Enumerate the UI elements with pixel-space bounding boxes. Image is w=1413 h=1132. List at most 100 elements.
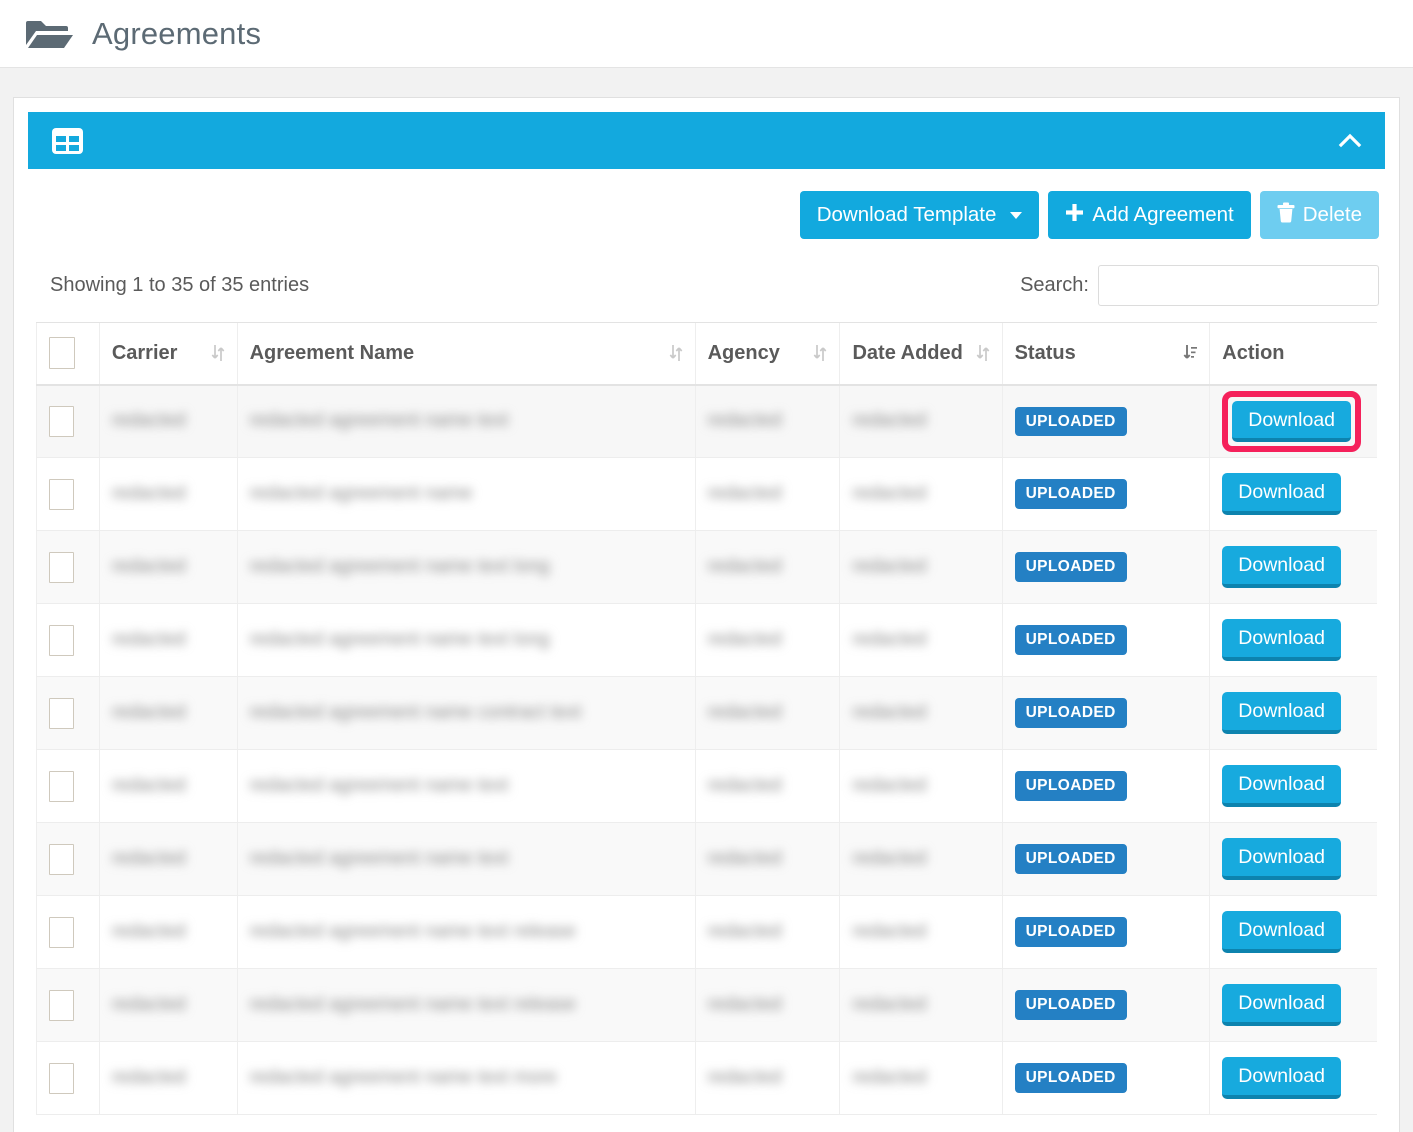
sort-both-icon <box>211 344 225 362</box>
table-row[interactable]: redacted redacted agreement name text lon… <box>36 530 1377 604</box>
cell-status: UPLOADED <box>1001 384 1210 458</box>
cell-date-added: redacted <box>839 384 1003 458</box>
download-button[interactable]: Download <box>1222 619 1342 661</box>
row-checkbox[interactable] <box>49 770 74 802</box>
row-select-cell[interactable] <box>36 968 100 1042</box>
carrier-value: redacted <box>111 629 186 650</box>
download-template-button[interactable]: Download Template <box>799 191 1040 239</box>
sort-descending-icon <box>1183 344 1198 362</box>
table-row[interactable]: redacted redacted agreement name contract… <box>36 676 1377 750</box>
column-header-select[interactable] <box>36 322 100 386</box>
table-row[interactable]: redacted redacted agreement name text mor… <box>36 1041 1377 1115</box>
column-label-action: Action <box>1222 341 1285 364</box>
column-label-status: Status <box>1014 341 1076 364</box>
cell-date-added: redacted <box>839 603 1003 677</box>
download-button[interactable]: Download <box>1222 1057 1342 1099</box>
agreement-name-value: redacted agreement name text long <box>249 556 550 577</box>
row-select-cell[interactable] <box>36 384 100 458</box>
date-added-value: redacted <box>852 629 927 650</box>
cell-agency: redacted <box>694 968 840 1042</box>
cell-agency: redacted <box>694 895 840 969</box>
agency-value: redacted <box>707 921 782 942</box>
cell-carrier: redacted <box>98 676 238 750</box>
download-template-label: Download Template <box>816 202 997 226</box>
download-button[interactable]: Download <box>1222 984 1342 1026</box>
column-header-carrier[interactable]: Carrier <box>98 322 238 386</box>
column-header-status[interactable]: Status <box>1001 322 1210 386</box>
agency-value: redacted <box>707 702 782 723</box>
folder-open-icon <box>22 14 74 54</box>
page-header: Agreements <box>0 0 1413 68</box>
delete-button[interactable]: Delete <box>1259 191 1379 239</box>
cell-carrier: redacted <box>98 968 238 1042</box>
row-select-cell[interactable] <box>36 676 100 750</box>
agency-value: redacted <box>707 1067 782 1088</box>
download-button[interactable]: Download <box>1222 911 1342 953</box>
column-label-carrier: Carrier <box>111 341 178 364</box>
cell-agreement-name: redacted agreement name text release <box>236 895 696 969</box>
download-button[interactable]: Download <box>1222 692 1342 734</box>
trash-icon <box>1277 202 1295 228</box>
row-select-cell[interactable] <box>36 895 100 969</box>
table-row[interactable]: redacted redacted agreement name text rel… <box>36 968 1377 1042</box>
table-row[interactable]: redacted redacted agreement name redacted r… <box>36 457 1377 531</box>
cell-status: UPLOADED <box>1001 530 1210 604</box>
row-select-cell[interactable] <box>36 530 100 604</box>
row-checkbox[interactable] <box>49 843 74 875</box>
carrier-value: redacted <box>111 921 186 942</box>
table-row[interactable]: redacted redacted agreement name text reda… <box>36 749 1377 823</box>
page-gap <box>0 68 1413 97</box>
row-select-cell[interactable] <box>36 749 100 823</box>
search-input[interactable] <box>1098 265 1379 306</box>
column-header-agreement-name[interactable]: Agreement Name <box>236 322 696 386</box>
chevron-up-icon[interactable] <box>1337 128 1363 154</box>
cell-agreement-name: redacted agreement name contract text <box>236 676 696 750</box>
column-header-date-added[interactable]: Date Added <box>839 322 1003 386</box>
table-row[interactable]: redacted redacted agreement name text lon… <box>36 603 1377 677</box>
row-select-cell[interactable] <box>36 603 100 677</box>
download-button[interactable]: Download <box>1222 838 1342 880</box>
agreements-table-wrapper: Carrier Agreement Name Agency Date Added… <box>28 322 1385 1115</box>
row-select-cell[interactable] <box>36 1041 100 1115</box>
table-row[interactable]: redacted redacted agreement name text rel… <box>36 895 1377 969</box>
agency-value: redacted <box>707 556 782 577</box>
row-checkbox[interactable] <box>49 478 74 510</box>
download-button[interactable]: Download <box>1222 546 1342 588</box>
table-header-row: Carrier Agreement Name Agency Date Added… <box>36 322 1377 386</box>
download-button[interactable]: Download <box>1222 473 1342 515</box>
cell-agreement-name: redacted agreement name text long <box>236 530 696 604</box>
row-checkbox[interactable] <box>49 1062 74 1094</box>
table-row[interactable]: redacted redacted agreement name text reda… <box>36 384 1377 458</box>
download-button[interactable]: Download <box>1222 765 1342 807</box>
row-checkbox[interactable] <box>49 916 74 948</box>
status-badge: UPLOADED <box>1014 479 1127 509</box>
agreement-name-value: redacted agreement name contract text <box>249 702 582 723</box>
status-badge: UPLOADED <box>1014 771 1127 801</box>
row-checkbox[interactable] <box>49 697 74 729</box>
agreement-name-value: redacted agreement name <box>249 483 473 504</box>
row-checkbox[interactable] <box>49 624 74 656</box>
row-checkbox[interactable] <box>49 989 74 1021</box>
agreement-name-value: redacted agreement name text release <box>249 994 576 1015</box>
carrier-value: redacted <box>111 848 186 869</box>
search-label: Search: <box>1020 274 1089 296</box>
cell-action: Download <box>1209 457 1377 531</box>
row-checkbox[interactable] <box>49 551 74 583</box>
row-select-cell[interactable] <box>36 457 100 531</box>
cell-agency: redacted <box>694 384 840 458</box>
row-select-cell[interactable] <box>36 822 100 896</box>
column-header-agency[interactable]: Agency <box>694 322 840 386</box>
row-checkbox[interactable] <box>49 405 74 437</box>
cell-agreement-name: redacted agreement name text long <box>236 603 696 677</box>
download-button[interactable]: Download <box>1232 400 1352 442</box>
page-title: Agreements <box>92 15 262 51</box>
cell-carrier: redacted <box>98 530 238 604</box>
delete-label: Delete <box>1302 202 1362 226</box>
add-agreement-button[interactable]: Add Agreement <box>1048 191 1251 239</box>
table-row[interactable]: redacted redacted agreement name text reda… <box>36 822 1377 896</box>
select-all-checkbox[interactable] <box>49 337 75 370</box>
cell-date-added: redacted <box>839 457 1003 531</box>
cell-agreement-name: redacted agreement name text release <box>236 968 696 1042</box>
cell-date-added: redacted <box>839 530 1003 604</box>
agreement-name-value: redacted agreement name text long <box>249 629 550 650</box>
